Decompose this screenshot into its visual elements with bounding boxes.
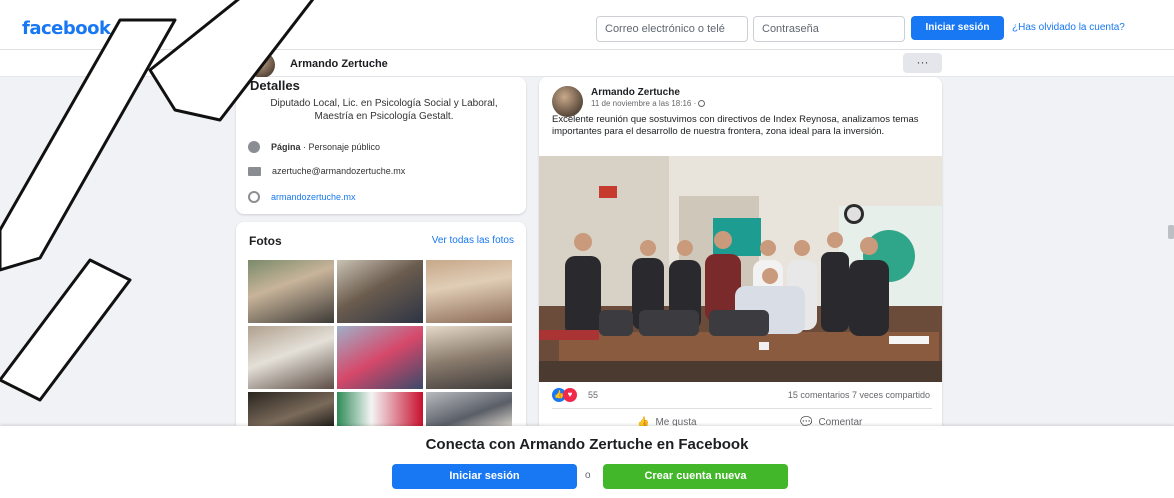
photo-thumbnail[interactable] <box>248 260 334 323</box>
globe-privacy-icon <box>698 100 706 108</box>
login-button[interactable]: Iniciar sesión <box>911 16 1004 40</box>
profile-avatar[interactable] <box>249 52 275 78</box>
photo-thumbnail[interactable] <box>337 326 423 389</box>
page-label: Página <box>271 142 301 152</box>
comments-shares-count[interactable]: 15 comentarios 7 veces compartido <box>788 390 930 400</box>
email-field-placeholder: Correo electrónico o telé <box>605 23 725 35</box>
intro-email-row: azertuche@armandozertuche.mx <box>248 166 405 176</box>
create-account-button[interactable]: Crear cuenta nueva <box>603 464 788 489</box>
love-icon: ♥ <box>563 388 577 402</box>
connect-heading: Conecta con Armando Zertuche en Facebook <box>425 436 749 453</box>
page-icon <box>248 141 260 153</box>
scrollbar-thumb[interactable] <box>1168 225 1174 239</box>
post-photo[interactable] <box>539 156 942 382</box>
connect-bar: Conecta con Armando Zertuche en Facebook… <box>0 426 1174 498</box>
top-navigation-bar: facebook Correo electrónico o telé Contr… <box>0 0 1174 50</box>
post-date-text: 11 de noviembre a las 18:16 · <box>591 99 699 108</box>
facebook-logo[interactable]: facebook <box>22 18 111 39</box>
photos-title: Fotos <box>249 234 282 248</box>
post-author-avatar[interactable] <box>552 86 583 117</box>
mail-icon <box>248 166 261 176</box>
post-date[interactable]: 11 de noviembre a las 18:16 · <box>591 99 706 108</box>
post-author-name[interactable]: Armando Zertuche <box>591 87 680 98</box>
see-all-photos-link[interactable]: Ver todas las fotos <box>432 235 514 246</box>
profile-name[interactable]: Armando Zertuche <box>290 58 388 70</box>
post-card: Armando Zertuche 11 de noviembre a las 1… <box>539 77 942 442</box>
photo-thumbnail[interactable] <box>426 326 512 389</box>
photo-thumbnail[interactable] <box>248 392 334 427</box>
photo-thumbnail[interactable] <box>248 326 334 389</box>
intro-card: Detalles Diputado Local, Lic. en Psicolo… <box>236 77 526 214</box>
password-field[interactable]: Contraseña <box>753 16 905 42</box>
intro-page-row: Página · Personaje público <box>248 141 380 153</box>
or-separator: o <box>585 470 591 481</box>
photos-card: Fotos Ver todas las fotos <box>236 222 526 442</box>
reactions-count[interactable]: 55 <box>588 390 598 400</box>
photo-thumbnail[interactable] <box>426 260 512 323</box>
intro-title: Detalles <box>250 78 300 93</box>
photo-thumbnail[interactable] <box>426 392 512 427</box>
intro-email[interactable]: azertuche@armandozertuche.mx <box>272 166 405 176</box>
post-photo-scene <box>539 156 942 382</box>
photo-thumbnail[interactable] <box>337 392 423 427</box>
globe-icon <box>248 191 260 203</box>
post-text: Excelente reunión que sostuvimos con dir… <box>552 114 919 137</box>
bottom-login-button[interactable]: Iniciar sesión <box>392 464 577 489</box>
password-field-placeholder: Contraseña <box>762 23 819 35</box>
email-field[interactable]: Correo electrónico o telé <box>596 16 748 42</box>
photo-thumbnail[interactable] <box>337 260 423 323</box>
intro-website-row: armandozertuche.mx <box>248 191 356 203</box>
profile-header-bar: Armando Zertuche ··· <box>0 50 1174 78</box>
more-options-button[interactable]: ··· <box>903 53 942 73</box>
page-category: · Personaje público <box>300 142 381 152</box>
intro-website-link[interactable]: armandozertuche.mx <box>271 192 356 202</box>
intro-bio: Diputado Local, Lic. en Psicología Socia… <box>270 98 498 122</box>
forgot-account-link[interactable]: ¿Has olvidado la cuenta? <box>1012 22 1125 33</box>
